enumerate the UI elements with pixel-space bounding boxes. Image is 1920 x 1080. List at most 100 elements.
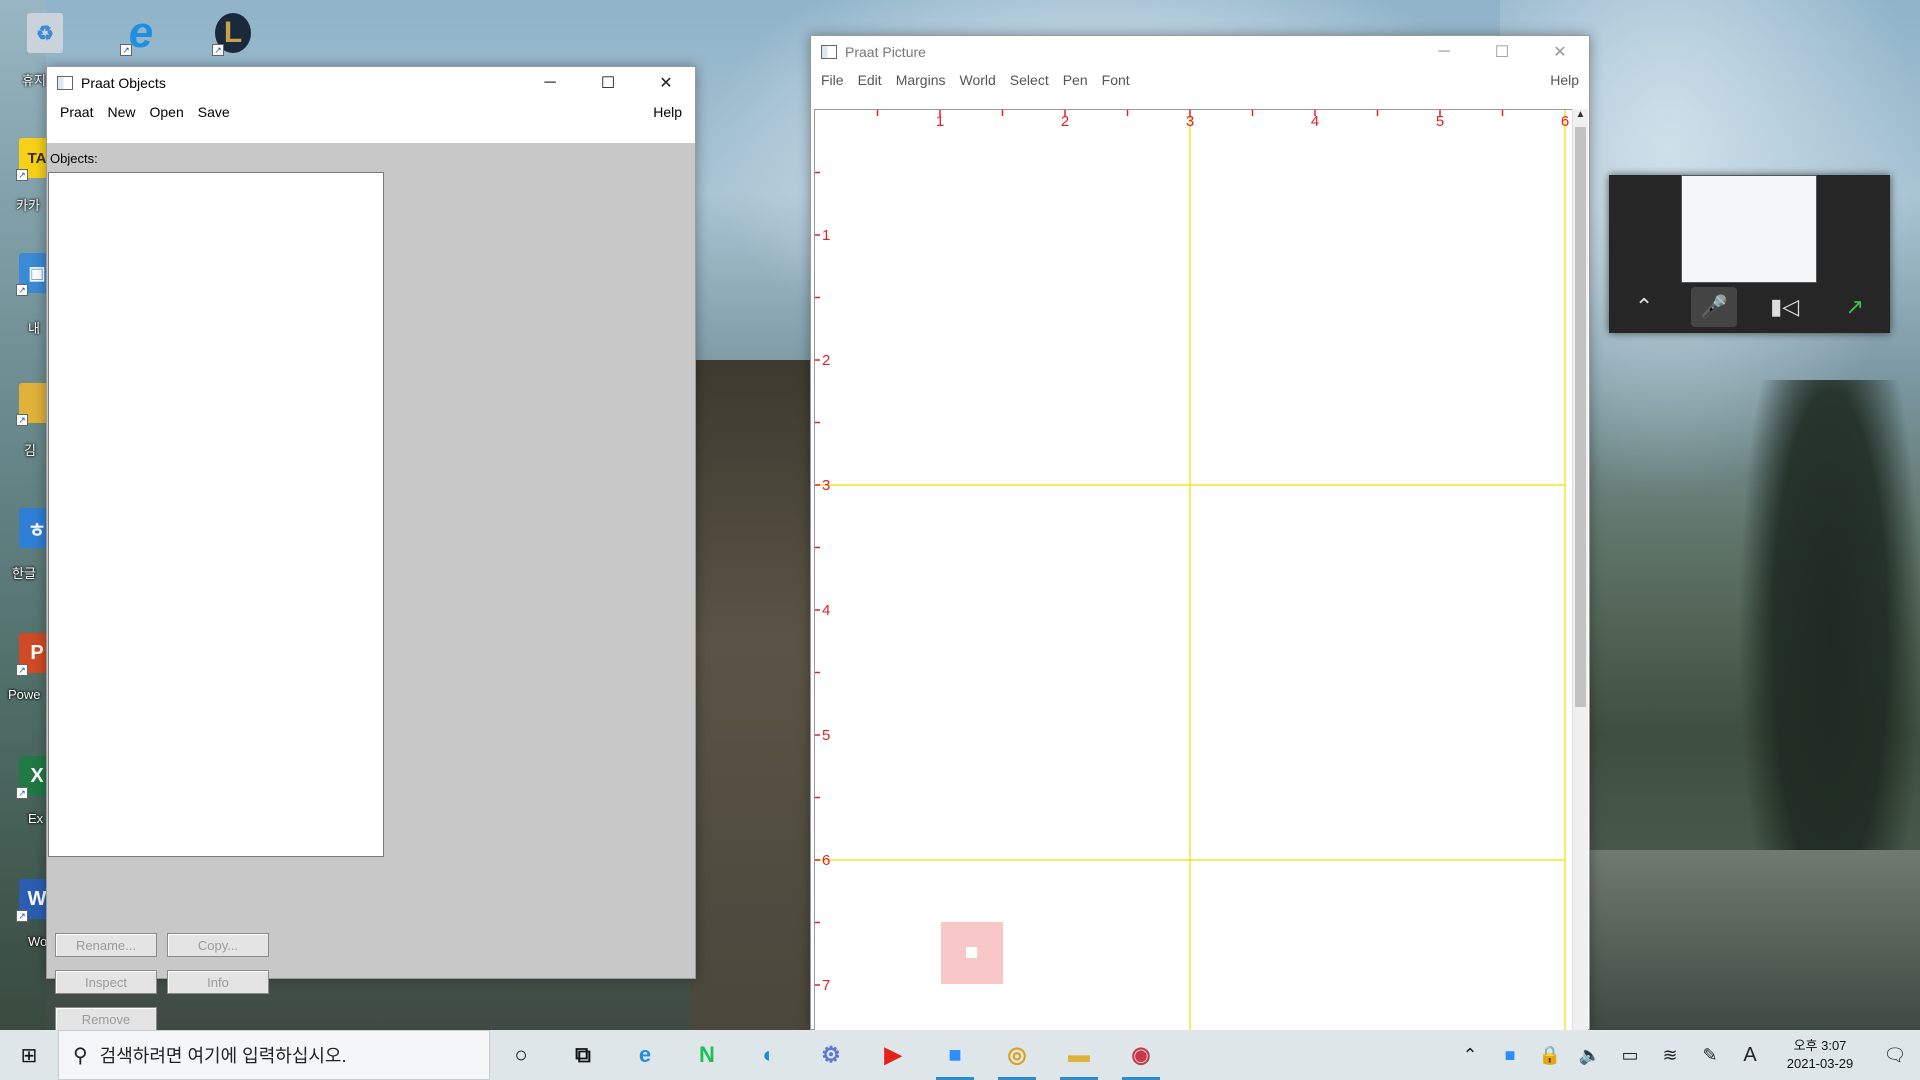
shortcut-arrow-icon: ↗ [16, 664, 28, 676]
search-icon: ⚲ [73, 1044, 88, 1067]
window-title: Praat Picture [845, 44, 926, 60]
battery-icon[interactable]: ▭ [1610, 1030, 1650, 1080]
title-bar[interactable]: Praat Picture ─ ☐ ✕ [811, 36, 1589, 68]
video-off-icon[interactable]: ▮◁ [1762, 287, 1808, 327]
taskbar-app-generic-icon[interactable]: ⚙ [800, 1030, 862, 1080]
left-ruler-label: 5 [822, 727, 830, 744]
desktop-label-recycle-bin: 휴지 [22, 73, 46, 88]
menu-margins[interactable]: Margins [889, 72, 953, 88]
top-ruler-label: 4 [1311, 113, 1319, 130]
menu-font[interactable]: Font [1095, 72, 1137, 88]
objects-list[interactable] [48, 172, 384, 857]
menu-new[interactable]: New [100, 104, 142, 120]
mic-muted-icon[interactable]: 🎤 [1691, 287, 1738, 327]
menu-open[interactable]: Open [142, 104, 190, 120]
maximize-button[interactable]: ☐ [1473, 36, 1531, 68]
left-ruler-label: 3 [822, 477, 830, 494]
selection-handle[interactable] [966, 947, 977, 958]
shortcut-arrow-icon: ↗ [212, 44, 224, 56]
internet-explorer-glyph: e [638, 1042, 652, 1067]
picture-canvas[interactable]: 1 2 3 4 5 6 1 2 3 4 5 6 7 [814, 109, 1572, 1065]
taskbar-apps: ○ ⧉ e N ◐ ⚙ ▶ ■ ◎ ▬ ◉ [490, 1030, 1172, 1080]
left-ruler-label: 1 [822, 227, 830, 244]
shortcut-arrow-icon: ↗ [16, 169, 28, 181]
remove-button[interactable]: Remove [55, 1007, 157, 1031]
lock-icon[interactable]: 🔒 [1530, 1030, 1570, 1080]
zoom-controls: ⌃ 🎤 ▮◁ ↗ [1609, 281, 1890, 333]
taskbar-cortana-icon[interactable]: ○ [490, 1030, 552, 1080]
info-button[interactable]: Info [167, 970, 269, 994]
menu-file[interactable]: File [814, 72, 851, 88]
maximize-button[interactable]: ☐ [579, 67, 637, 99]
taskbar-edge-icon[interactable]: ◐ [738, 1030, 800, 1080]
top-ruler-label: 5 [1436, 113, 1444, 130]
taskbar-naver-icon[interactable]: N [676, 1030, 738, 1080]
zoom-mini-window[interactable]: ⌃ 🎤 ▮◁ ↗ [1609, 175, 1890, 333]
top-ruler: 1 2 3 4 5 6 [876, 110, 1569, 130]
scroll-thumb[interactable] [1575, 127, 1586, 707]
taskbar: ⊞ ⚲ 검색하려면 여기에 입력하십시오. ○ ⧉ e N ◐ ⚙ ▶ ■ ◎ ▬ ◉ ⌃ ■ 🔒 … [0, 1030, 1920, 1080]
chevron-up-icon[interactable]: ⌃ [1450, 1030, 1490, 1080]
taskbar-file-explorer-icon[interactable]: ▬ [1048, 1030, 1110, 1080]
taskbar-chrome-icon[interactable]: ◎ [986, 1030, 1048, 1080]
search-box[interactable]: ⚲ 검색하려면 여기에 입력하십시오. [58, 1030, 490, 1080]
pen-icon[interactable]: ✎ [1690, 1030, 1730, 1080]
left-ruler: 1 2 3 4 5 6 7 [815, 171, 830, 1049]
close-button[interactable]: ✕ [637, 67, 695, 99]
desktop-icon-recycle-bin[interactable]: ♻ [22, 10, 68, 56]
rename-button[interactable]: Rename... [55, 933, 157, 957]
copy-button[interactable]: Copy... [167, 933, 269, 957]
desktop-icon-internet-explorer[interactable]: e ↗ [118, 8, 164, 57]
menu-edit[interactable]: Edit [851, 72, 889, 88]
left-ruler-label: 4 [822, 602, 830, 619]
shortcut-arrow-icon: ↗ [16, 787, 28, 799]
zoom-tray-icon[interactable]: ■ [1490, 1030, 1530, 1080]
taskbar-zoom-icon[interactable]: ■ [924, 1030, 986, 1080]
clock-date: 2021-03-29 [1786, 1056, 1854, 1071]
taskbar-internet-explorer-icon[interactable]: e [614, 1030, 676, 1080]
wallpaper-hill [1590, 850, 1920, 1030]
scroll-up-icon[interactable]: ▲ [1573, 109, 1588, 125]
windows-start-icon[interactable]: ⊞ [0, 1030, 58, 1080]
edge-glyph: ◐ [762, 1042, 776, 1067]
clock[interactable]: 오후 3:07 2021-03-29 [1770, 1037, 1870, 1073]
left-ruler-label: 6 [822, 852, 830, 869]
wifi-icon[interactable]: ≋ [1650, 1030, 1690, 1080]
desktop-label-powerpoint: Powe [8, 687, 41, 702]
objects-label: Objects: [50, 151, 98, 166]
menu-pen[interactable]: Pen [1056, 72, 1095, 88]
naver-glyph: N [699, 1042, 715, 1067]
taskbar-youtube-icon[interactable]: ▶ [862, 1030, 924, 1080]
desktop-label-excel: Ex [28, 811, 44, 826]
menu-select[interactable]: Select [1003, 72, 1056, 88]
praat-app-icon [821, 45, 837, 59]
search-placeholder: 검색하려면 여기에 입력하십시오. [99, 1046, 347, 1066]
recycle-bin-icon: ♻ [27, 13, 63, 53]
desktop-label-folder: 김 [24, 443, 36, 458]
shortcut-arrow-icon: ↗ [16, 910, 28, 922]
menu-save[interactable]: Save [191, 104, 237, 120]
menu-world[interactable]: World [952, 72, 1002, 88]
minimize-button[interactable]: ─ [1415, 36, 1473, 68]
viewport-grid [815, 110, 1566, 1065]
inspect-button[interactable]: Inspect [55, 970, 157, 994]
share-icon[interactable]: ↗ [1832, 287, 1878, 327]
taskbar-task-view-icon[interactable]: ⧉ [552, 1030, 614, 1080]
menu-help[interactable]: Help [1543, 72, 1586, 88]
zoom-glyph: ■ [948, 1042, 962, 1067]
chevron-up-icon[interactable]: ⌃ [1621, 287, 1667, 327]
minimize-button[interactable]: ─ [521, 67, 579, 99]
ime-indicator-icon[interactable]: A [1730, 1030, 1770, 1080]
notifications-icon[interactable]: 🗨 [1870, 1030, 1920, 1080]
taskbar-praat-icon[interactable]: ◉ [1110, 1030, 1172, 1080]
system-tray: ⌃ ■ 🔒 🔈 ▭ ≋ ✎ A 오후 3:07 2021-03-29 🗨 [1450, 1030, 1920, 1080]
close-button[interactable]: ✕ [1531, 36, 1589, 68]
menu-praat[interactable]: Praat [53, 104, 100, 120]
left-ruler-label: 2 [822, 352, 830, 369]
vertical-scrollbar[interactable]: ▲ [1572, 109, 1588, 1065]
desktop-icon-league-of-legends[interactable]: L ↗ [210, 10, 256, 56]
wallpaper-tree [1740, 380, 1920, 1020]
menu-help[interactable]: Help [646, 104, 689, 120]
volume-icon[interactable]: 🔈 [1570, 1030, 1610, 1080]
title-bar[interactable]: Praat Objects ─ ☐ ✕ [47, 67, 695, 99]
